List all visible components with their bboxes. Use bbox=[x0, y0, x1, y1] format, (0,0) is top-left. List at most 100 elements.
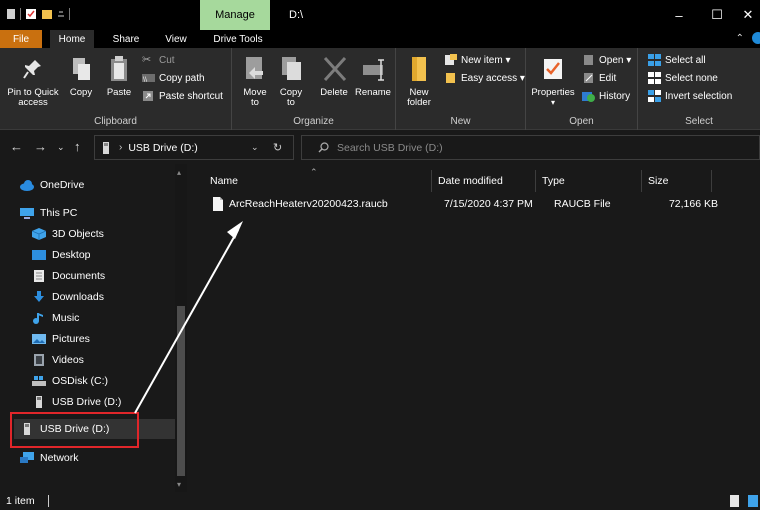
properties-qat-icon[interactable] bbox=[25, 8, 37, 20]
paste-label: Paste bbox=[106, 87, 132, 98]
copy-path-label: Copy path bbox=[159, 72, 205, 84]
tab-view[interactable]: View bbox=[156, 30, 196, 48]
open-icon bbox=[584, 55, 593, 65]
column-header-type[interactable]: Type bbox=[536, 170, 642, 192]
select-all-button[interactable]: Select all bbox=[648, 54, 706, 66]
music-icon bbox=[33, 313, 43, 324]
maximize-button[interactable]: ☐ bbox=[698, 0, 736, 30]
address-dropdown-chevron-icon[interactable]: ⌄ bbox=[251, 142, 259, 153]
nav-item-network[interactable]: Network bbox=[20, 448, 79, 468]
ribbon-controls: ⌃ bbox=[736, 32, 760, 44]
tab-file[interactable]: File bbox=[0, 30, 42, 48]
nav-item-pictures[interactable]: Pictures bbox=[32, 329, 90, 349]
easy-access-label: Easy access ▾ bbox=[461, 72, 525, 84]
nav-label: Downloads bbox=[52, 291, 104, 303]
nav-item-this-pc[interactable]: This PC bbox=[20, 203, 77, 223]
nav-item-downloads[interactable]: Downloads bbox=[32, 287, 104, 307]
pin-quick-access-button[interactable]: Pin to Quick access bbox=[4, 54, 62, 108]
status-bar: 1 item bbox=[0, 492, 760, 510]
paste-shortcut-label: Paste shortcut bbox=[159, 90, 223, 102]
column-header-date-modified[interactable]: Date modified bbox=[432, 170, 536, 192]
move-to-button[interactable]: Move to bbox=[238, 54, 272, 108]
cut-button[interactable]: ✂ Cut bbox=[142, 54, 175, 66]
refresh-icon[interactable]: ↻ bbox=[273, 141, 282, 154]
paste-shortcut-icon bbox=[143, 91, 153, 101]
scrollbar-thumb[interactable] bbox=[177, 306, 185, 476]
edit-button[interactable]: Edit bbox=[582, 72, 616, 84]
history-button[interactable]: History bbox=[582, 90, 630, 102]
move-to-label: Move to bbox=[243, 87, 267, 108]
properties-dropdown-icon[interactable]: ▾ bbox=[551, 98, 555, 108]
copy-path-button[interactable]: \\ Copy path bbox=[142, 72, 205, 84]
recent-locations-chevron-icon[interactable]: ⌄ bbox=[57, 142, 65, 153]
network-icon bbox=[20, 452, 34, 463]
details-view-icon[interactable] bbox=[730, 495, 739, 507]
copy-to-label: Copy to bbox=[279, 87, 303, 108]
properties-button[interactable]: Properties ▾ bbox=[528, 54, 578, 108]
nav-item-videos[interactable]: Videos bbox=[32, 350, 84, 370]
copy-icon bbox=[69, 54, 93, 84]
explorer-icon bbox=[7, 9, 15, 19]
copy-button[interactable]: Copy bbox=[66, 54, 96, 98]
search-box[interactable]: Search USB Drive (D:) bbox=[301, 135, 760, 160]
nav-label: Pictures bbox=[52, 333, 90, 345]
nav-label: USB Drive (D:) bbox=[52, 396, 122, 408]
help-icon[interactable] bbox=[750, 32, 760, 44]
new-folder-qat-icon[interactable] bbox=[41, 8, 53, 20]
nav-item-music[interactable]: Music bbox=[32, 308, 79, 328]
rename-button[interactable]: Rename bbox=[354, 54, 392, 98]
select-none-button[interactable]: Select none bbox=[648, 72, 718, 84]
new-item-label: New item ▾ bbox=[461, 54, 511, 66]
nav-pane-scrollbar[interactable]: ▴ ▾ bbox=[175, 164, 187, 492]
up-arrow-icon[interactable]: ↑ bbox=[74, 139, 81, 154]
address-row: ← → ⌄ ↑ › USB Drive (D:) ⌄ ↻ Search USB … bbox=[0, 131, 760, 164]
scroll-up-icon[interactable]: ▴ bbox=[177, 168, 181, 177]
close-button[interactable]: ✕ bbox=[736, 0, 760, 30]
paste-icon bbox=[107, 54, 131, 84]
forward-arrow-icon[interactable]: → bbox=[34, 139, 47, 154]
address-bar[interactable]: › USB Drive (D:) ⌄ ↻ bbox=[94, 135, 294, 160]
manage-context-tab[interactable]: Manage bbox=[200, 0, 270, 30]
nav-item-onedrive[interactable]: OneDrive bbox=[20, 175, 84, 195]
breadcrumb-path[interactable]: USB Drive (D:) bbox=[128, 142, 197, 154]
history-label: History bbox=[599, 90, 631, 102]
nav-item-3d-objects[interactable]: 3D Objects bbox=[32, 224, 104, 244]
copy-to-button[interactable]: Copy to bbox=[276, 54, 306, 108]
tab-drive-tools[interactable]: Drive Tools bbox=[206, 30, 270, 48]
column-label: Size bbox=[648, 175, 669, 187]
scroll-down-icon[interactable]: ▾ bbox=[177, 480, 181, 489]
paste-shortcut-button[interactable]: Paste shortcut bbox=[142, 90, 223, 102]
paste-button[interactable]: Paste bbox=[102, 54, 136, 98]
column-label: Type bbox=[542, 175, 565, 187]
nav-item-desktop[interactable]: Desktop bbox=[32, 245, 91, 265]
search-icon bbox=[318, 142, 329, 153]
copy-path-icon: \\ bbox=[142, 74, 155, 83]
download-icon bbox=[34, 291, 44, 302]
tab-home[interactable]: Home bbox=[50, 30, 94, 48]
customize-qat-icon[interactable] bbox=[57, 8, 65, 20]
invert-selection-button[interactable]: Invert selection bbox=[648, 90, 732, 102]
minimize-button[interactable]: – bbox=[660, 0, 698, 30]
large-icons-view-icon[interactable] bbox=[748, 495, 758, 507]
tab-share[interactable]: Share bbox=[106, 30, 146, 48]
select-group-label: Select bbox=[685, 116, 713, 127]
collapse-ribbon-icon[interactable]: ⌃ bbox=[736, 33, 744, 44]
item-count: 1 item bbox=[6, 495, 35, 507]
nav-item-osdisk[interactable]: OSDisk (C:) bbox=[32, 371, 108, 391]
open-button[interactable]: Open ▾ bbox=[582, 54, 631, 66]
nav-item-usb-drive-sub[interactable]: USB Drive (D:) bbox=[32, 392, 121, 412]
invert-selection-icon bbox=[648, 90, 661, 102]
table-row[interactable]: ArcReachHeaterv20200423.raucb 7/15/2020 … bbox=[204, 194, 718, 214]
easy-access-button[interactable]: Easy access ▾ bbox=[444, 72, 525, 84]
column-header-size[interactable]: Size bbox=[642, 170, 712, 192]
nav-label: Desktop bbox=[52, 249, 91, 261]
ribbon-tabs: File Home Share View Drive Tools bbox=[0, 30, 760, 48]
column-header-name[interactable]: Name ⌃ bbox=[204, 167, 432, 192]
delete-button[interactable]: Delete bbox=[316, 54, 352, 98]
title-bar: Manage D:\ – ☐ ✕ bbox=[0, 0, 760, 30]
nav-item-documents[interactable]: Documents bbox=[32, 266, 105, 286]
select-all-icon bbox=[648, 54, 661, 66]
new-item-button[interactable]: New item ▾ bbox=[444, 54, 510, 66]
back-arrow-icon[interactable]: ← bbox=[10, 139, 23, 154]
new-folder-button[interactable]: New folder bbox=[400, 54, 438, 108]
